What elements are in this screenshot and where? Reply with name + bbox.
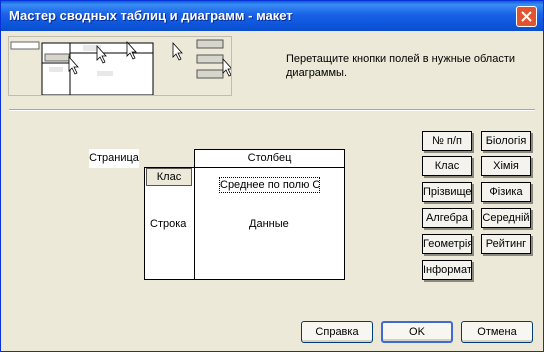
field-button-reityng[interactable]: Рейтинг xyxy=(481,234,531,254)
separator xyxy=(9,109,535,111)
drag-illustration xyxy=(10,39,231,95)
field-button-khimiya[interactable]: Хімія xyxy=(481,156,531,176)
data-field-average[interactable]: Среднее по полю С xyxy=(219,177,320,193)
column-area-label: Столбец xyxy=(247,152,292,164)
help-button[interactable]: Справка xyxy=(301,321,373,343)
layout-preview-illustration xyxy=(8,36,232,96)
field-button-algebra[interactable]: Алгебра xyxy=(422,208,472,228)
ok-button[interactable]: OK xyxy=(381,321,453,343)
column-area[interactable]: Столбец xyxy=(194,149,345,168)
window-title: Мастер сводных таблиц и диаграмм - макет xyxy=(9,8,293,23)
page-area-label: Страница xyxy=(89,152,139,164)
field-button-informatyka[interactable]: Інформат xyxy=(422,260,472,280)
field-button-geometriya[interactable]: Геометрія xyxy=(422,234,472,254)
wizard-dialog: Мастер сводных таблиц и диаграмм - макет xyxy=(0,0,544,352)
field-button-prizvyshche[interactable]: Прізвище xyxy=(422,182,472,202)
field-button-biologiya[interactable]: Біологія xyxy=(481,131,531,151)
instructions-text: Перетащите кнопки полей в нужные области… xyxy=(286,53,516,79)
row-field-klas[interactable]: Клас xyxy=(146,168,192,186)
field-button-klas[interactable]: Клас xyxy=(422,156,472,176)
field-button-fizyka[interactable]: Фізика xyxy=(481,182,531,202)
field-button-serednii[interactable]: Середній xyxy=(481,208,531,228)
field-button-nomer[interactable]: № п/п xyxy=(422,131,472,151)
close-icon xyxy=(521,11,532,22)
data-area-label: Данные xyxy=(249,218,289,230)
row-area-label: Строка xyxy=(150,218,187,230)
title-bar[interactable]: Мастер сводных таблиц и диаграмм - макет xyxy=(1,1,543,31)
cancel-button[interactable]: Отмена xyxy=(461,321,533,343)
page-area[interactable]: Страница xyxy=(89,149,139,168)
close-button[interactable] xyxy=(516,6,537,27)
